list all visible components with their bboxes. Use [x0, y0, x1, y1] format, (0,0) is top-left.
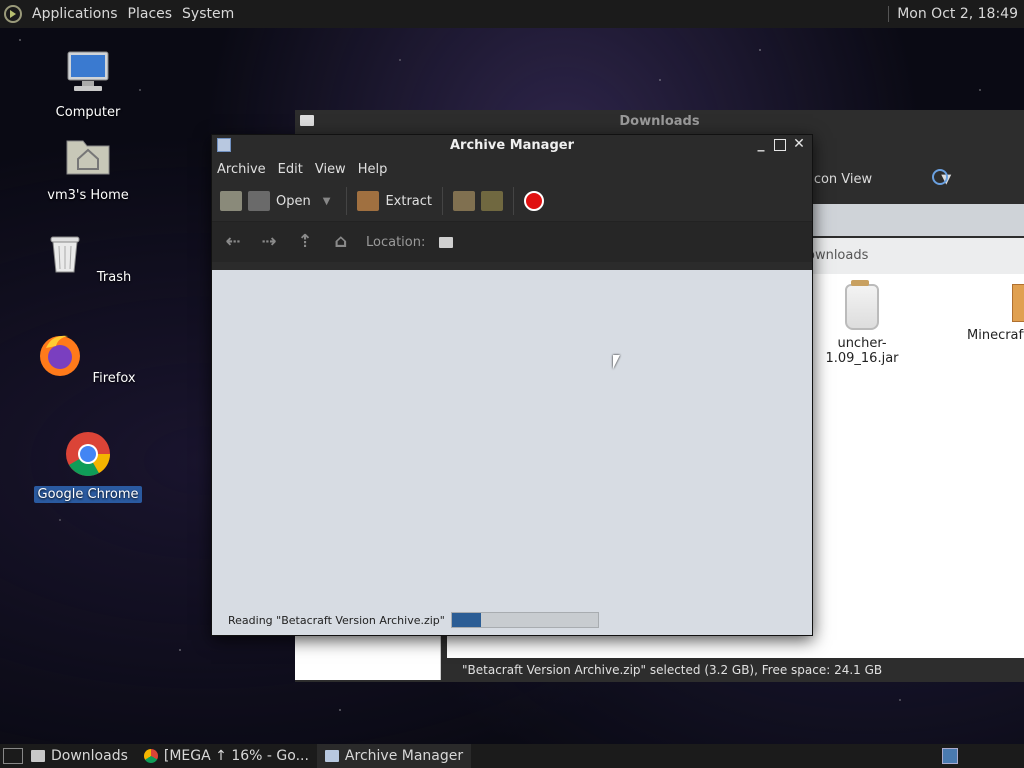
maximize-button[interactable]	[774, 139, 786, 151]
location-bar: ⇠ ⇢ ⇡ ⌂ Location:	[212, 222, 812, 262]
toolbar-separator	[346, 187, 348, 215]
location-label: Location:	[366, 234, 426, 250]
home-icon[interactable]: ⌂	[330, 231, 352, 253]
extract-icon	[357, 191, 380, 211]
toolbar-separator	[513, 187, 514, 215]
search-icon[interactable]	[932, 169, 948, 185]
chrome-icon	[143, 749, 158, 763]
new-archive-icon[interactable]	[220, 191, 242, 211]
taskbar-item-chrome[interactable]: [MEGA ↑ 16% - Go...	[136, 744, 317, 768]
firefox-icon	[40, 335, 81, 376]
back-icon[interactable]: ⇠	[222, 231, 244, 253]
chrome-icon	[66, 432, 110, 476]
window-titlebar[interactable]: Archive Manager _ ✕	[212, 135, 812, 157]
archive-contents-area[interactable]: Reading "Betacraft Version Archive.zip"	[212, 270, 812, 635]
taskbar-item-archive-manager[interactable]: Archive Manager	[316, 744, 472, 768]
archive-manager-window[interactable]: Archive Manager _ ✕ Archive Edit View He…	[211, 134, 813, 636]
desktop-icon-label: Google Chrome	[33, 486, 143, 503]
add-files-icon[interactable]	[453, 191, 475, 211]
file-name: uncher-1.09_16.jar	[825, 336, 899, 366]
computer-icon	[67, 51, 109, 91]
window-title: Archive Manager	[450, 138, 574, 153]
applications-menu[interactable]: Applications	[32, 6, 118, 22]
top-panel: Applications Places System Mon Oct 2, 18…	[0, 0, 1024, 28]
up-icon[interactable]: ⇡	[294, 231, 316, 253]
desktop-icon-firefox[interactable]: Firefox	[33, 330, 143, 387]
desktop-icon-chrome[interactable]: Google Chrome	[33, 430, 143, 503]
open-button[interactable]: Open	[248, 191, 311, 211]
menu-edit[interactable]: Edit	[278, 162, 303, 177]
downloads-window-title: Downloads	[295, 110, 1024, 134]
desktop-icon-computer[interactable]: Computer	[33, 48, 143, 121]
desktop-icon-home[interactable]: vm3's Home	[33, 131, 143, 204]
file-name: Minecraft	[967, 328, 1024, 343]
home-folder-icon	[66, 140, 110, 175]
forward-icon[interactable]: ⇢	[258, 231, 280, 253]
status-text: Reading "Betacraft Version Archive.zip"	[228, 613, 445, 627]
view-mode-label: Icon View	[810, 172, 873, 187]
folder-icon	[300, 115, 314, 126]
mouse-cursor	[613, 355, 620, 369]
taskbar-item-downloads[interactable]: Downloads	[23, 744, 136, 768]
system-menu[interactable]: System	[182, 6, 234, 22]
folder-icon[interactable]	[439, 236, 454, 248]
trash-icon	[50, 236, 80, 273]
toolbar: Open ▼ Extract	[212, 181, 812, 222]
close-button[interactable]: ✕	[792, 137, 806, 151]
file-item[interactable]: uncher-1.09_16.jar	[807, 280, 917, 366]
file-item[interactable]: Minecraft	[967, 284, 1024, 343]
clock[interactable]: Mon Oct 2, 18:49	[888, 6, 1018, 22]
archive-icon	[324, 750, 339, 762]
workspace-switcher[interactable]	[942, 748, 958, 764]
stop-icon[interactable]	[524, 191, 544, 211]
package-icon	[1012, 284, 1024, 322]
progress-fill	[451, 613, 482, 627]
distro-logo-icon[interactable]	[4, 5, 22, 23]
progress-bar	[450, 612, 599, 628]
desktop-icon-label: Computer	[55, 105, 121, 120]
extract-button[interactable]: Extract	[357, 191, 432, 211]
desktop-icon-label: Trash	[96, 270, 132, 285]
places-menu[interactable]: Places	[128, 6, 173, 22]
minimize-button[interactable]: _	[754, 137, 768, 151]
desktop-icon-trash[interactable]: Trash	[33, 229, 143, 286]
menu-archive[interactable]: Archive	[217, 162, 266, 177]
view-mode-selector[interactable]: Icon View ▼	[810, 169, 951, 187]
taskbar: Downloads [MEGA ↑ 16% - Go... Archive Ma…	[0, 744, 1024, 768]
status-bar: "Betacraft Version Archive.zip" selected…	[445, 658, 1024, 682]
menu-bar: Archive Edit View Help	[212, 157, 812, 181]
folder-icon	[31, 750, 45, 762]
jar-icon	[845, 280, 879, 330]
desktop-icon-label: Firefox	[92, 371, 136, 386]
open-icon	[248, 191, 270, 211]
add-folder-icon[interactable]	[481, 191, 503, 211]
menu-view[interactable]: View	[315, 162, 346, 177]
toolbar-separator	[442, 187, 443, 215]
archive-manager-icon	[217, 138, 231, 152]
desktop-icon-label: vm3's Home	[47, 188, 129, 203]
show-desktop-button[interactable]	[3, 748, 23, 764]
menu-help[interactable]: Help	[358, 162, 388, 177]
open-dropdown-icon[interactable]: ▼	[323, 196, 331, 207]
loading-status: Reading "Betacraft Version Archive.zip"	[228, 612, 599, 628]
